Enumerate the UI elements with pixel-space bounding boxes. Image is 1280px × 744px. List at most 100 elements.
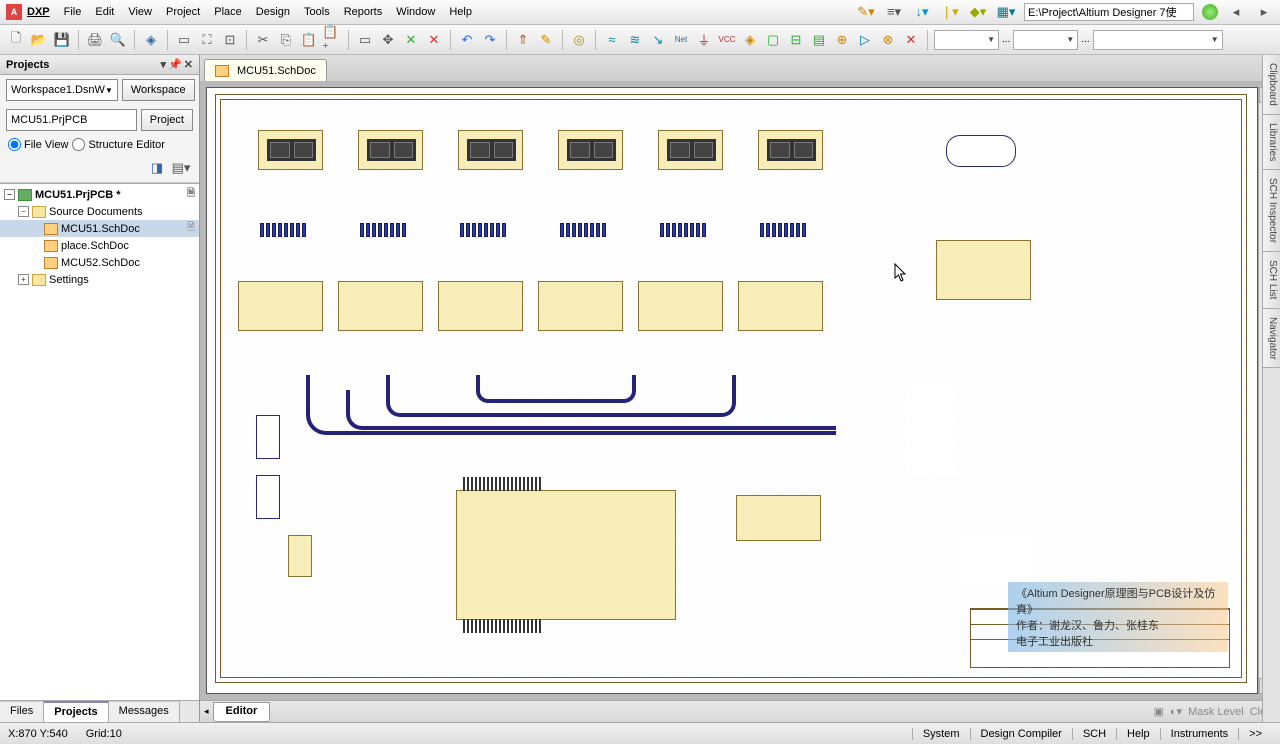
save-icon[interactable]: 💾 — [52, 30, 72, 50]
mask-toggle-icon[interactable]: ▣ — [1153, 705, 1163, 718]
place-netlabel-icon[interactable]: Net — [671, 30, 691, 50]
status-more[interactable]: >> — [1238, 728, 1272, 740]
deselect-icon[interactable]: ✕ — [401, 30, 421, 50]
paste-icon[interactable]: 📋 — [299, 30, 319, 50]
open-icon[interactable]: 📂 — [29, 30, 49, 50]
mask-dim-icon[interactable]: ◐▾ — [1170, 705, 1182, 718]
dxp-menu[interactable]: DXP — [27, 6, 50, 18]
zoom-fit-icon[interactable]: ▭ — [174, 30, 194, 50]
compile-icon[interactable]: ◈ — [141, 30, 161, 50]
menu-window[interactable]: Window — [396, 6, 435, 18]
tool-grid-icon[interactable]: ▦▾ — [996, 2, 1016, 22]
zoom-area-icon[interactable]: ⛶ — [197, 30, 217, 50]
tree-filter-icon[interactable]: ◨ — [147, 158, 167, 178]
clear-icon[interactable]: ✕ — [424, 30, 444, 50]
place-device-icon[interactable]: ▤ — [809, 30, 829, 50]
search-combo-3[interactable]: ▼ — [1093, 30, 1223, 50]
menu-edit[interactable]: Edit — [95, 6, 114, 18]
go-button[interactable] — [1202, 4, 1218, 20]
place-busentry-icon[interactable]: ↘ — [648, 30, 668, 50]
panel-close-icon[interactable]: ✕ — [184, 58, 193, 71]
tool-pen-icon[interactable]: ✎▾ — [856, 2, 876, 22]
workspace-combo[interactable]: Workspace1.DsnW ▼ — [6, 79, 118, 101]
browse-icon[interactable]: ◎ — [569, 30, 589, 50]
menu-file[interactable]: File — [64, 6, 82, 18]
hierarchy-up-icon[interactable]: ⇑ — [513, 30, 533, 50]
status-help[interactable]: Help — [1116, 728, 1160, 740]
select-rect-icon[interactable]: ▭ — [355, 30, 375, 50]
tree-project-root[interactable]: − MCU51.PrjPCB * 🗎 — [0, 186, 199, 203]
file-view-radio[interactable]: File View — [8, 138, 68, 151]
copy-icon[interactable]: ⎘ — [276, 30, 296, 50]
schematic-canvas[interactable]: /* rendered below via static DOM for sim… — [206, 87, 1258, 694]
tree-doc-mcu52[interactable]: MCU52.SchDoc — [0, 254, 199, 271]
status-system[interactable]: System — [912, 728, 970, 740]
menu-view[interactable]: View — [128, 6, 152, 18]
place-wire-icon[interactable]: ≈ — [602, 30, 622, 50]
print-icon[interactable]: 🖨 — [85, 30, 105, 50]
status-instruments[interactable]: Instruments — [1160, 728, 1238, 740]
hierarchy-down-icon[interactable]: ✎ — [536, 30, 556, 50]
tool-marker-icon[interactable]: ❘▾ — [940, 2, 960, 22]
vtab-navigator[interactable]: Navigator — [1263, 309, 1280, 369]
place-noerc-icon[interactable]: ✕ — [901, 30, 921, 50]
place-port-icon[interactable]: ◈ — [740, 30, 760, 50]
tab-files[interactable]: Files — [0, 701, 44, 722]
expand-icon[interactable]: − — [18, 206, 29, 217]
status-design-compiler[interactable]: Design Compiler — [970, 728, 1072, 740]
place-gnd-icon[interactable]: ⏚ — [694, 30, 714, 50]
tool-layer-icon[interactable]: ◆▾ — [968, 2, 988, 22]
search-combo-1[interactable]: ▼ — [934, 30, 999, 50]
tool-align-icon[interactable]: ≡▾ — [884, 2, 904, 22]
tab-messages[interactable]: Messages — [109, 701, 180, 722]
history-fwd-icon[interactable]: ▸ — [1254, 2, 1274, 22]
place-sheet-icon[interactable]: ▢ — [763, 30, 783, 50]
document-tab[interactable]: MCU51.SchDoc — [204, 59, 327, 81]
menu-reports[interactable]: Reports — [344, 6, 383, 18]
tab-projects[interactable]: Projects — [44, 701, 108, 722]
expand-icon[interactable]: + — [18, 274, 29, 285]
panel-pin-icon[interactable]: 📌 — [168, 58, 182, 71]
place-bus-icon[interactable]: ≋ — [625, 30, 645, 50]
paste-special-icon[interactable]: 📋⁺ — [322, 30, 342, 50]
workspace-button[interactable]: Workspace — [122, 79, 195, 101]
tree-doc-mcu51[interactable]: MCU51.SchDoc 🗎 — [0, 220, 199, 237]
place-sheetentry-icon[interactable]: ⊟ — [786, 30, 806, 50]
place-vcc-icon[interactable]: VCC — [717, 30, 737, 50]
tool-pin-icon[interactable]: ↓▾ — [912, 2, 932, 22]
project-path-input[interactable]: E:\Project\Altium Designer 7使 — [1024, 3, 1194, 21]
tree-settings[interactable]: + Settings — [0, 271, 199, 288]
history-back-icon[interactable]: ◂ — [1226, 2, 1246, 22]
tree-doc-place[interactable]: place.SchDoc — [0, 237, 199, 254]
structure-editor-radio[interactable]: Structure Editor — [72, 138, 164, 151]
preview-icon[interactable]: 🔍 — [108, 30, 128, 50]
move-icon[interactable]: ✥ — [378, 30, 398, 50]
project-button[interactable]: Project — [141, 109, 193, 131]
vtab-sch-list[interactable]: SCH List — [1263, 252, 1280, 308]
vtab-libraries[interactable]: Libraries — [1263, 115, 1280, 170]
tree-options-icon[interactable]: ▤▾ — [171, 158, 191, 178]
undo-icon[interactable]: ↶ — [457, 30, 477, 50]
menu-project[interactable]: Project — [166, 6, 200, 18]
cut-icon[interactable]: ✂ — [253, 30, 273, 50]
tree-source-docs[interactable]: − Source Documents — [0, 203, 199, 220]
menu-tools[interactable]: Tools — [304, 6, 330, 18]
new-icon[interactable]: 🗋 — [6, 30, 26, 50]
status-sch[interactable]: SCH — [1072, 728, 1116, 740]
expand-icon[interactable]: − — [4, 189, 15, 200]
panel-minimize-icon[interactable]: ▾ — [161, 58, 167, 71]
menu-help[interactable]: Help — [449, 6, 472, 18]
redo-icon[interactable]: ↷ — [480, 30, 500, 50]
place-harness-icon[interactable]: ⊕ — [832, 30, 852, 50]
editor-tab[interactable]: Editor — [213, 702, 271, 722]
vtab-sch-inspector[interactable]: SCH Inspector — [1263, 170, 1280, 252]
mask-level-label[interactable]: Mask Level — [1188, 706, 1244, 718]
vtab-clipboard[interactable]: Clipboard — [1263, 55, 1280, 115]
place-part-icon[interactable]: ▷ — [855, 30, 875, 50]
search-combo-2[interactable]: ▼ — [1013, 30, 1078, 50]
menu-place[interactable]: Place — [214, 6, 242, 18]
project-field[interactable]: MCU51.PrjPCB — [6, 109, 137, 131]
place-noe-icon[interactable]: ⊗ — [878, 30, 898, 50]
zoom-select-icon[interactable]: ⊡ — [220, 30, 240, 50]
menu-design[interactable]: Design — [256, 6, 290, 18]
